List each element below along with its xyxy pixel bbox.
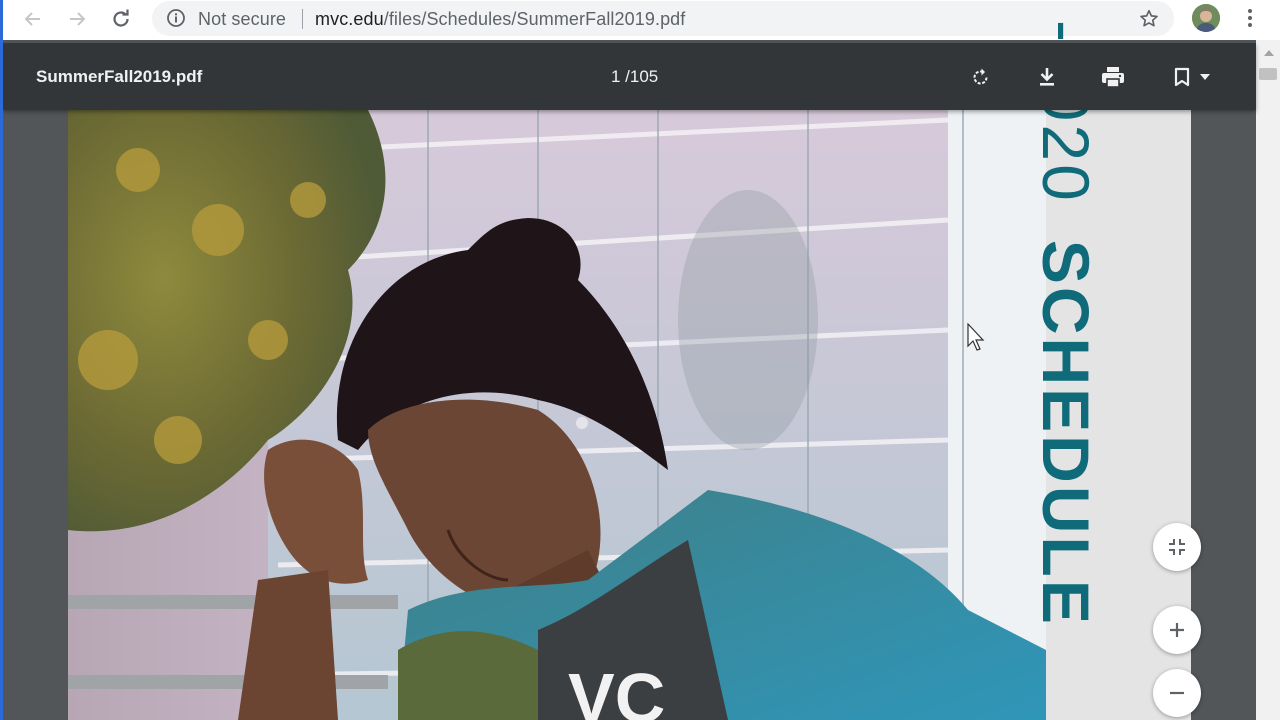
url-text[interactable]: mvc.edu/files/Schedules/SummerFall2019.p… (315, 9, 685, 30)
arrow-right-icon (70, 12, 86, 26)
zoom-in-icon (1170, 623, 1184, 637)
scroll-thumb[interactable] (1259, 68, 1277, 80)
print-icon (1102, 67, 1124, 88)
star-icon (1140, 9, 1158, 27)
bookmark-icon (1174, 67, 1190, 87)
avatar-photo (1192, 4, 1220, 32)
cover-vertical-title: -2020SCHEDULE (1022, 20, 1112, 627)
rotate-icon (973, 68, 988, 85)
download-icon (1040, 68, 1054, 86)
download-button[interactable] (1032, 62, 1062, 92)
shirt-text: VC (568, 659, 665, 720)
site-info-button[interactable] (166, 8, 186, 28)
page-indicator[interactable]: 1 /105 (611, 67, 658, 87)
address-bar[interactable]: Not secure mvc.edu/files/Schedules/Summe… (152, 1, 1174, 36)
print-button[interactable] (1098, 62, 1128, 92)
browser-menu-button[interactable] (1238, 5, 1262, 31)
cover-photo: VC (68, 110, 1046, 720)
url-path: /files/Schedules/SummerFall2019.pdf (383, 9, 686, 29)
window-edge (0, 0, 3, 720)
pdf-file-name: SummerFall2019.pdf (36, 67, 203, 86)
bookmark-dropdown-button[interactable] (1193, 62, 1217, 92)
url-host: mvc.edu (315, 9, 384, 29)
forward-button[interactable] (62, 5, 92, 33)
zoom-out-icon (1170, 691, 1184, 695)
cover-schedule-word: SCHEDULE (1029, 239, 1103, 627)
avatar[interactable] (1192, 4, 1220, 32)
chevron-down-icon (1200, 74, 1210, 80)
reload-button[interactable] (106, 5, 136, 33)
vertical-title-text: -2020SCHEDULE (1028, 20, 1104, 627)
omnibox-divider (302, 9, 303, 29)
arrow-left-icon (24, 12, 40, 26)
viewer-scrollbar[interactable] (1256, 40, 1280, 720)
kebab-menu-icon (1248, 9, 1252, 27)
zoom-in-button[interactable] (1153, 606, 1201, 654)
fit-to-page-button[interactable] (1153, 523, 1201, 571)
info-icon (167, 9, 185, 27)
zoom-out-button[interactable] (1153, 669, 1201, 717)
bookmark-star-button[interactable] (1137, 7, 1161, 31)
reload-icon (113, 9, 129, 27)
pdf-toolbar: SummerFall2019.pdf 1 /105 (3, 43, 1256, 110)
scroll-up-arrow[interactable] (1264, 50, 1274, 56)
back-button[interactable] (18, 5, 48, 33)
mouse-cursor-icon (967, 323, 985, 351)
rotate-button[interactable] (966, 62, 996, 92)
fit-to-page-icon (1169, 539, 1185, 555)
security-label[interactable]: Not secure (198, 9, 286, 30)
